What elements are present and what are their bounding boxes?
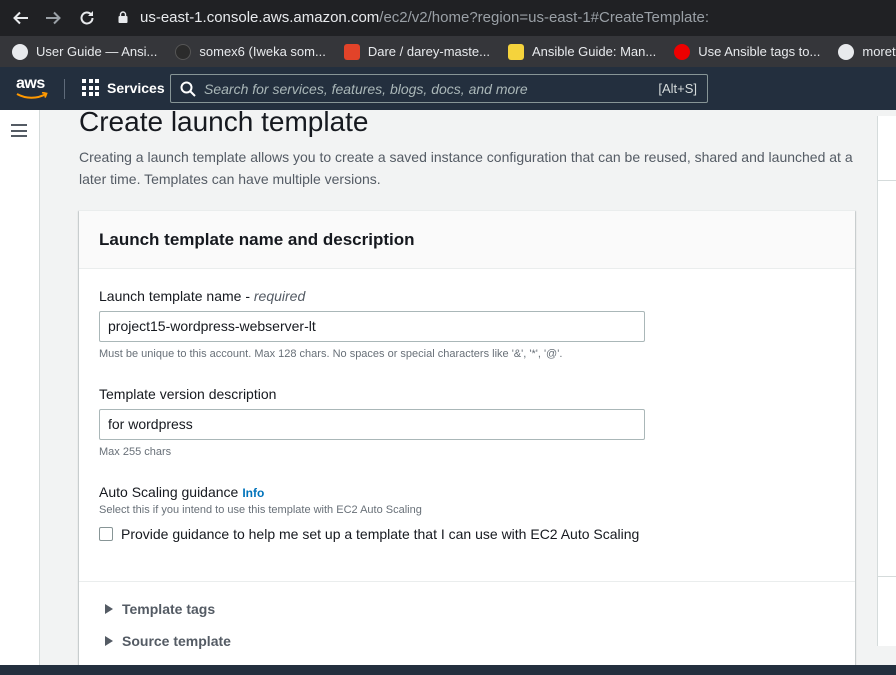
lock-icon: [118, 11, 128, 23]
expander-label: Template tags: [122, 601, 216, 617]
info-link[interactable]: Info: [242, 486, 264, 500]
side-navigation: [0, 110, 40, 665]
auto-scaling-checkbox[interactable]: [99, 527, 113, 541]
aws-top-nav: aws Services Search for services, featur…: [0, 67, 896, 110]
source-template-expander[interactable]: Source template: [105, 633, 231, 649]
auto-scaling-label: Auto Scaling guidance Info: [99, 484, 264, 500]
template-name-label-text: Launch template name -: [99, 288, 254, 304]
menu-icon[interactable]: [11, 124, 27, 137]
version-description-hint: Max 255 chars: [99, 446, 172, 458]
bookmarks-bar: User Guide — Ansi... somex6 (Iweka som..…: [0, 36, 896, 67]
bookmark-label: morethancertified/...: [862, 44, 896, 59]
search-input[interactable]: Search for services, features, blogs, do…: [170, 74, 708, 103]
bookmark-item[interactable]: Ansible Guide: Man...: [507, 36, 657, 67]
template-name-label: Launch template name - required: [99, 288, 305, 304]
back-button[interactable]: [6, 0, 36, 36]
arrow-left-icon: [13, 11, 28, 25]
expander-label: Source template: [122, 633, 231, 649]
address-bar[interactable]: us-east-1.console.aws.amazon.com/ec2/v2/…: [140, 9, 709, 26]
gitlab-icon: [343, 43, 360, 60]
aws-smile-icon: [16, 92, 48, 99]
github-icon: [838, 43, 855, 60]
bookmark-item[interactable]: Use Ansible tags to...: [674, 36, 820, 67]
search-placeholder: Search for services, features, blogs, do…: [204, 80, 528, 97]
globe-icon: [12, 43, 28, 60]
lightbulb-icon: [507, 43, 524, 60]
forward-button[interactable]: [38, 0, 68, 36]
bookmark-label: somex6 (Iweka som...: [199, 44, 326, 59]
redhat-icon: [674, 43, 691, 60]
aws-logo[interactable]: aws: [16, 75, 50, 101]
bookmark-label: Ansible Guide: Man...: [531, 44, 657, 59]
section-title: Launch template name and description: [99, 230, 415, 249]
bookmark-label: Dare / darey-maste...: [367, 44, 490, 59]
template-name-hint: Must be unique to this account. Max 128 …: [99, 348, 563, 360]
arrow-right-icon: [46, 11, 61, 25]
help-panel-edge: [877, 116, 896, 646]
section-header: Launch template name and description: [79, 211, 855, 269]
section-divider: [79, 581, 855, 582]
version-description-label: Template version description: [99, 386, 277, 402]
auto-scaling-checkbox-label[interactable]: Provide guidance to help me set up a tem…: [121, 523, 641, 545]
page-title: Create launch template: [79, 106, 369, 137]
auto-scaling-label-text: Auto Scaling guidance: [99, 484, 239, 500]
required-marker: required: [253, 288, 306, 304]
reload-button[interactable]: [72, 0, 102, 36]
template-name-section: Launch template name and description Lau…: [79, 210, 855, 670]
search-shortcut: [Alt+S]: [658, 81, 697, 96]
bookmark-item[interactable]: morethancertified/...: [838, 36, 896, 67]
template-tags-expander[interactable]: Template tags: [105, 601, 215, 617]
url-path: /ec2/v2/home?region=us-east-1#CreateTemp…: [379, 9, 710, 26]
url-host: us-east-1.console.aws.amazon.com: [140, 9, 380, 26]
nav-divider: [64, 79, 65, 99]
grid-icon: [82, 79, 99, 96]
bookmark-item[interactable]: User Guide — Ansi...: [12, 36, 157, 67]
bookmark-label: User Guide — Ansi...: [36, 44, 158, 59]
version-description-input[interactable]: for wordpress: [99, 409, 645, 440]
footer-bar: [0, 665, 896, 675]
reload-icon: [80, 11, 94, 25]
aws-logo-text: aws: [16, 75, 45, 92]
services-button[interactable]: Services: [82, 79, 165, 96]
page-description: Creating a launch template allows you to…: [79, 149, 853, 187]
caret-right-icon: [105, 636, 113, 646]
template-name-input[interactable]: project15-wordpress-webserver-lt: [99, 311, 645, 342]
services-label: Services: [107, 79, 165, 96]
caret-right-icon: [105, 604, 113, 614]
browser-toolbar: us-east-1.console.aws.amazon.com/ec2/v2/…: [0, 0, 896, 36]
bookmark-item[interactable]: somex6 (Iweka som...: [175, 36, 326, 67]
auto-scaling-hint: Select this if you intend to use this te…: [99, 504, 422, 516]
search-icon: [180, 81, 196, 97]
bookmark-label: Use Ansible tags to...: [698, 44, 821, 59]
github-icon: [175, 43, 192, 60]
bookmark-item[interactable]: Dare / darey-maste...: [343, 36, 490, 67]
